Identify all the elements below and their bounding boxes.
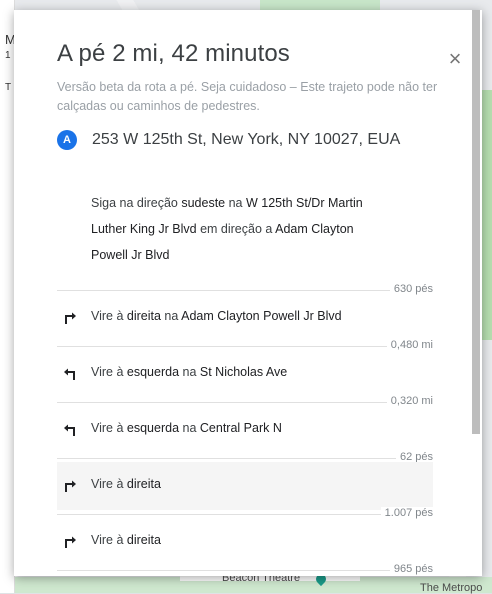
step-text-part: na — [179, 421, 200, 435]
step-text-part: Vire à — [91, 477, 127, 491]
step-instruction: Vire à direita — [91, 477, 161, 491]
step-instruction: Vire à direita — [91, 533, 161, 547]
scrollbar[interactable] — [472, 10, 480, 434]
step-divider — [57, 570, 433, 571]
step-text-street: Adam Clayton Powell Jr Blvd — [181, 309, 342, 323]
step-text-direction: direita — [126, 309, 161, 323]
step-instruction: Vire à direita na Adam Clayton Powell Jr… — [91, 309, 342, 323]
dialog-title: A pé 2 mi, 42 minutos — [57, 40, 290, 67]
step-text-part: Vire à — [91, 365, 127, 379]
close-button[interactable]: × — [446, 48, 464, 70]
step-text-direction: esquerda — [126, 365, 180, 379]
step-text-part: na — [225, 196, 246, 210]
step-text-direction: direita — [126, 533, 161, 547]
step-instruction: Vire à esquerda na St Nicholas Ave — [91, 365, 287, 379]
directions-list[interactable]: Siga na direção sudeste na W 125th St/Dr… — [14, 180, 469, 576]
step-divider — [57, 458, 433, 459]
direction-step[interactable]: Vire à direita — [57, 518, 433, 566]
direction-step[interactable]: Vire à direita na Adam Clayton Powell Jr… — [57, 294, 433, 342]
turn-right-icon — [65, 480, 76, 492]
origin-row: A 253 W 125th St, New York, NY 10027, EU… — [57, 130, 400, 150]
direction-step[interactable]: Vire à esquerda na Central Park N — [57, 406, 433, 454]
side-panel-text-fragment: T — [5, 82, 12, 93]
direction-step[interactable]: Vire à direita — [57, 462, 433, 510]
turn-left-icon — [64, 424, 75, 436]
directions-side-panel: M 1 T — [0, 0, 16, 593]
step-divider — [57, 402, 433, 403]
map-label-metropolitan[interactable]: The Metropo — [420, 582, 482, 594]
step-divider — [57, 346, 433, 347]
beta-warning-text: Versão beta da rota a pé. Seja cuidadoso… — [57, 80, 438, 113]
side-panel-text-fragment: 1 — [5, 50, 11, 61]
step-distance: 965 pés — [389, 563, 433, 575]
origin-marker-icon: A — [57, 130, 77, 150]
step-text-direction: sudeste — [181, 196, 226, 210]
step-instruction: Vire à esquerda na Central Park N — [91, 421, 282, 435]
step-text-part: na — [179, 365, 200, 379]
step-text-direction: direita — [126, 477, 161, 491]
turn-right-icon — [65, 312, 76, 324]
step-divider — [57, 290, 433, 291]
turn-left-icon — [64, 368, 75, 380]
walking-directions-dialog: A pé 2 mi, 42 minutos × Versão beta da r… — [14, 10, 482, 576]
first-step-instruction: Siga na direção sudeste na W 125th St/Dr… — [91, 190, 391, 268]
turn-right-icon — [65, 536, 76, 548]
step-text-direction: esquerda — [126, 421, 180, 435]
step-text-part: na — [160, 309, 182, 323]
step-text-part: Vire à — [91, 421, 127, 435]
step-text-part: Siga na direção — [91, 196, 182, 210]
step-divider — [57, 514, 433, 515]
step-text-part: Vire à — [91, 533, 127, 547]
direction-step[interactable]: Vire à esquerda na St Nicholas Ave — [57, 350, 433, 398]
step-text-part: em direção a — [196, 222, 276, 236]
step-text-street: Central Park N — [199, 421, 282, 435]
step-text-street: St Nicholas Ave — [199, 365, 288, 379]
step-text-part: Vire à — [91, 309, 127, 323]
origin-address: 253 W 125th St, New York, NY 10027, EUA — [92, 131, 401, 148]
close-icon: × — [448, 46, 462, 71]
